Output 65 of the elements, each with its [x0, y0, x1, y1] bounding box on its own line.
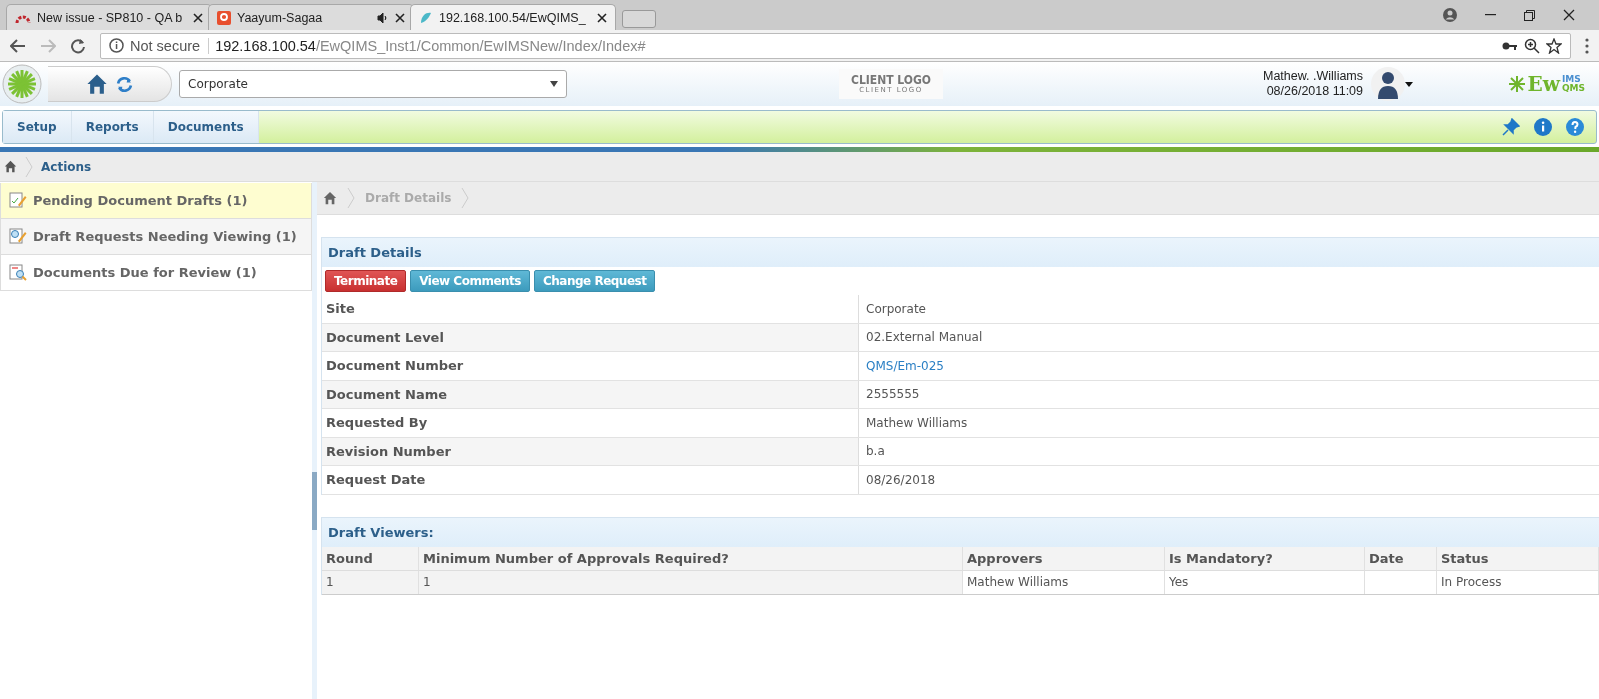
info-icon: [109, 38, 124, 53]
leaf-logo-icon: [419, 10, 433, 25]
home-icon[interactable]: [323, 191, 337, 205]
field-value: 2555555: [859, 380, 1599, 408]
refresh-icon[interactable]: [116, 75, 133, 93]
back-arrow-icon[interactable]: [10, 38, 26, 53]
site-select[interactable]: Corporate: [179, 70, 567, 98]
url-host: 192.168.100.54: [215, 37, 316, 54]
panel-header: Draft Details: [322, 238, 1599, 267]
home-icon[interactable]: [4, 160, 17, 173]
column-header: Date: [1365, 546, 1437, 571]
tab-title: New issue - SP810 - QA b: [37, 10, 184, 25]
close-icon[interactable]: [193, 12, 203, 23]
menu-item[interactable]: Reports: [71, 111, 154, 143]
document-magnifier-pencil-icon: [9, 228, 27, 245]
menu-item[interactable]: Setup: [3, 111, 72, 143]
document-pencil-icon: [9, 192, 27, 209]
address-field[interactable]: Not secure 192.168.100.54/EwQIMS_Inst1/Common/EwIMSNew/Index/Index#: [100, 32, 1571, 59]
action-item[interactable]: Draft Requests Needing Viewing (1): [0, 219, 312, 255]
login-datetime: 08/26/2018 11:09: [1266, 84, 1364, 99]
column-header: Minimum Number of Approvals Required?: [419, 546, 963, 571]
avatar-silhouette-icon[interactable]: [1371, 67, 1406, 101]
help-icon[interactable]: [1566, 118, 1584, 136]
document-magnifier-icon: [9, 264, 27, 281]
user-name: Mathew. .Williams: [1263, 69, 1364, 84]
breadcrumb-link[interactable]: Actions: [41, 159, 92, 174]
chevron-separator-icon: [347, 187, 355, 209]
key-icon[interactable]: [1502, 40, 1518, 51]
profile-icon[interactable]: [1443, 8, 1457, 22]
close-icon[interactable]: [395, 12, 405, 23]
minimize-icon[interactable]: [1485, 14, 1496, 16]
home-icon[interactable]: [86, 73, 108, 95]
table-cell: 1: [419, 570, 963, 594]
tab-title: Yaayum-Sagaa: [237, 10, 324, 25]
menu-item[interactable]: Documents: [153, 111, 259, 143]
security-label: Not secure: [130, 37, 210, 54]
pin-icon[interactable]: [1502, 118, 1520, 136]
zoom-in-icon[interactable]: [1524, 37, 1540, 54]
table-cell: 1: [322, 570, 419, 594]
splitter-handle[interactable]: [312, 471, 317, 530]
info-icon[interactable]: [1534, 118, 1552, 136]
close-icon[interactable]: [597, 12, 607, 23]
action-button[interactable]: Terminate: [325, 270, 407, 292]
panel-header: Draft Viewers:: [322, 517, 1599, 547]
url-path: /EwQIMS_Inst1/Common/EwIMSNew/Index/Index#: [315, 37, 646, 54]
column-header: Is Mandatory?: [1165, 546, 1365, 571]
more-icon[interactable]: [1585, 37, 1589, 54]
action-item[interactable]: Pending Document Drafts (1): [0, 183, 312, 219]
caret-icon: [550, 81, 558, 87]
star-icon[interactable]: [1546, 37, 1562, 54]
chevron-separator-icon: [25, 155, 33, 178]
column-header: Approvers: [963, 546, 1165, 571]
chevron-separator-icon: [461, 187, 470, 209]
action-item[interactable]: Documents Due for Review (1): [0, 255, 312, 291]
caret-icon[interactable]: [1405, 81, 1414, 87]
browser-tab[interactable]: 192.168.100.54/EwQIMS_: [410, 4, 616, 30]
column-header: Round: [322, 546, 419, 571]
restore-icon[interactable]: [1524, 9, 1535, 21]
field-value: b.a: [859, 437, 1599, 465]
breadcrumb-text: Draft Details: [365, 191, 452, 205]
field-value: 02.External Manual: [859, 323, 1599, 351]
close-icon[interactable]: [1563, 9, 1575, 21]
column-header: Status: [1437, 546, 1599, 571]
tab-title: 192.168.100.54/EwQIMS_: [439, 10, 587, 25]
reload-icon[interactable]: [70, 37, 86, 54]
